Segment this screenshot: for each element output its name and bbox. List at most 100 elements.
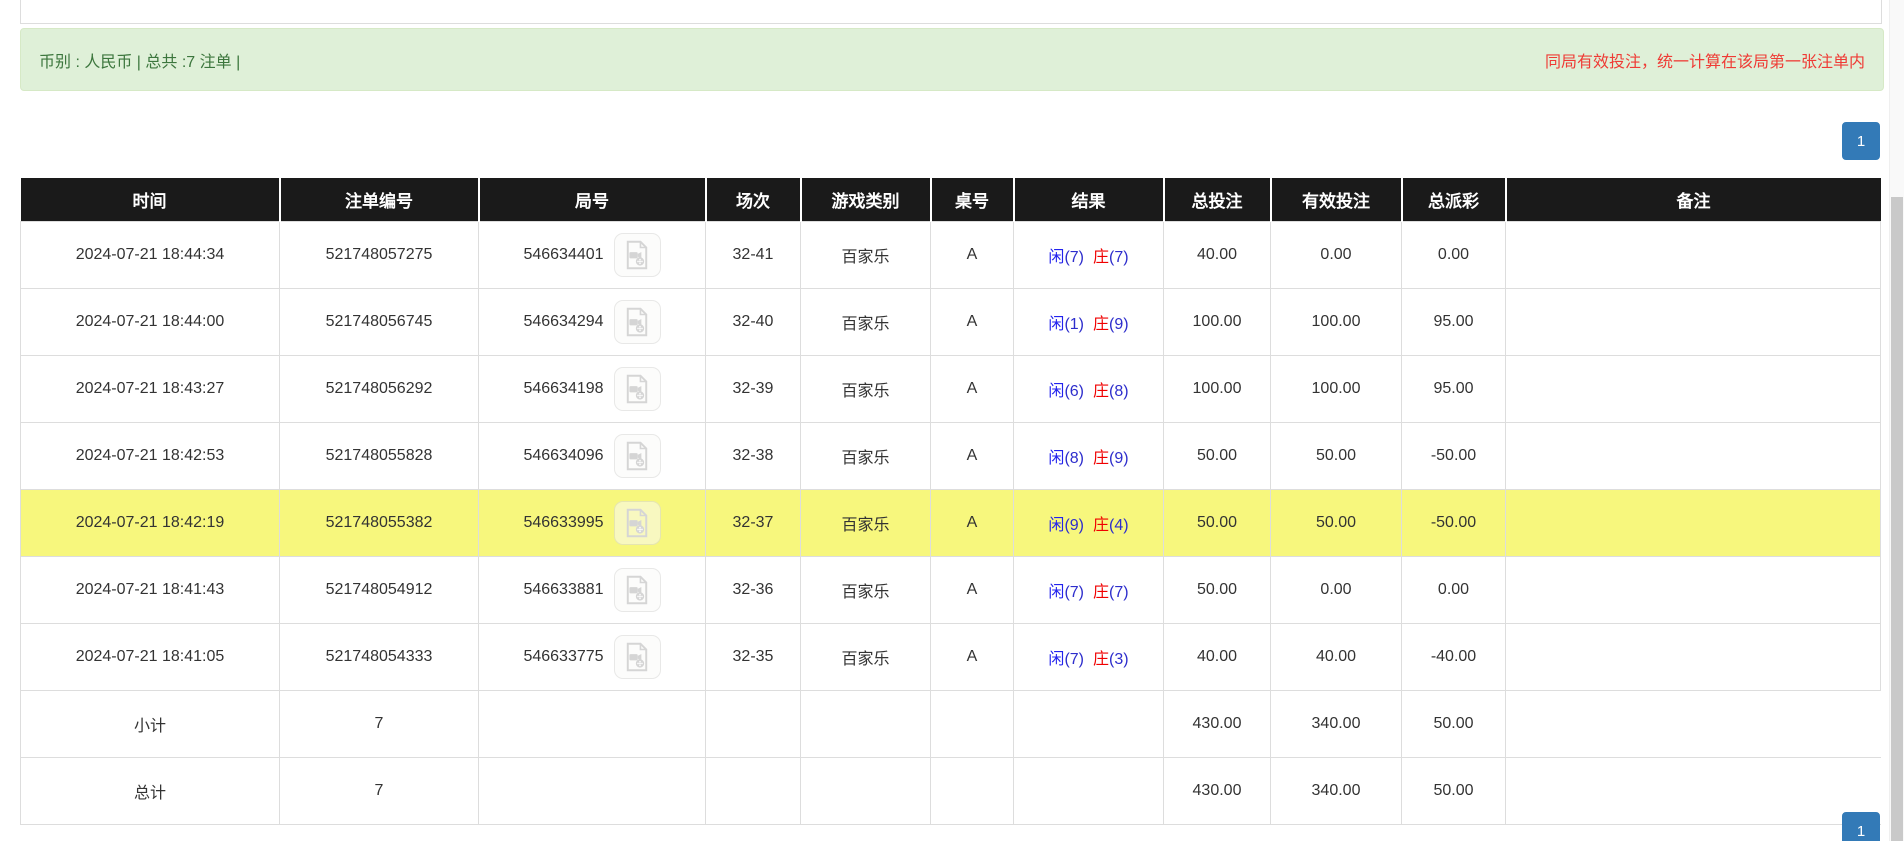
cell-round-id: 546634096: [479, 423, 706, 490]
cell-total-bet: 100.00: [1164, 356, 1271, 423]
cell-time: 2024-07-21 18:41:05: [21, 624, 280, 691]
cell-bet-id: 521748054912: [280, 557, 479, 624]
currency-summary-text: 币别 : 人民币 | 总共 :7 注单 |: [39, 48, 240, 72]
cell-payout: -50.00: [1402, 490, 1506, 557]
cell-remark: [1506, 423, 1881, 490]
cell-table-no: A: [931, 490, 1014, 557]
scrollbar-thumb[interactable]: [1891, 197, 1903, 841]
player-points: (8): [1064, 450, 1084, 467]
cell-table-no: A: [931, 624, 1014, 691]
cell-bet-id: 521748056745: [280, 289, 479, 356]
cell-session: 32-38: [706, 423, 801, 490]
cell-result: 闲(1)庄(9): [1014, 289, 1164, 356]
page-button-1[interactable]: 1: [1842, 122, 1880, 160]
video-replay-button[interactable]: [614, 434, 661, 478]
cell-time: 2024-07-21 18:42:19: [21, 490, 280, 557]
cell-payout: 95.00: [1402, 356, 1506, 423]
cell-total-bet: 100.00: [1164, 289, 1271, 356]
banker-label: 庄: [1093, 450, 1109, 467]
round-id-text: 546634294: [523, 313, 603, 331]
cell-table-no: A: [931, 222, 1014, 289]
video-file-icon: [623, 508, 651, 538]
video-replay-button[interactable]: [614, 233, 661, 277]
player-points: (7): [1064, 651, 1084, 668]
cell-valid-bet: 50.00: [1271, 423, 1402, 490]
vertical-scrollbar[interactable]: [1889, 0, 1904, 841]
cell-table-no: A: [931, 289, 1014, 356]
pagination-bottom: 1: [20, 812, 1880, 841]
column-header: 总派彩: [1402, 178, 1506, 222]
cell-total-bet: 50.00: [1164, 490, 1271, 557]
cell-bet-id: 521748057275: [280, 222, 479, 289]
cell-payout: -50.00: [1402, 423, 1506, 490]
banker-points: (7): [1109, 584, 1129, 601]
cell-remark: [1506, 624, 1881, 691]
video-replay-button[interactable]: [614, 300, 661, 344]
pagination-top: 1: [20, 122, 1880, 160]
cell-valid-bet: 50.00: [1271, 490, 1402, 557]
cell-payout: 0.00: [1402, 557, 1506, 624]
cell-remark: [1506, 490, 1881, 557]
totals-row: 小计 7 430.00 340.00 50.00: [21, 691, 1881, 758]
table-row: 2024-07-21 18:42:19 521748055382 5466339…: [21, 490, 1881, 557]
cell-table-no: A: [931, 356, 1014, 423]
cell-result: 闲(7)庄(7): [1014, 222, 1164, 289]
player-label: 闲: [1048, 249, 1064, 266]
column-header: 结果: [1014, 178, 1164, 222]
round-id-text: 546633995: [523, 514, 603, 532]
cell-round-id: 546633881: [479, 557, 706, 624]
cell-session: 32-37: [706, 490, 801, 557]
cell-round-id: 546633995: [479, 490, 706, 557]
table-body: 2024-07-21 18:44:34 521748057275 5466344…: [21, 222, 1881, 825]
video-replay-button[interactable]: [614, 501, 661, 545]
banker-points: (4): [1109, 517, 1129, 534]
video-file-icon: [623, 642, 651, 672]
cell-game-type: 百家乐: [801, 624, 931, 691]
video-file-icon: [623, 240, 651, 270]
cell-bet-id: 521748054333: [280, 624, 479, 691]
totals-count: 7: [280, 691, 479, 758]
cell-remark: [1506, 557, 1881, 624]
cell-payout: 0.00: [1402, 222, 1506, 289]
banker-points: (3): [1109, 651, 1129, 668]
cell-game-type: 百家乐: [801, 557, 931, 624]
table-row: 2024-07-21 18:41:43 521748054912 5466338…: [21, 557, 1881, 624]
cell-session: 32-41: [706, 222, 801, 289]
cell-time: 2024-07-21 18:42:53: [21, 423, 280, 490]
cell-result: 闲(7)庄(7): [1014, 557, 1164, 624]
cell-time: 2024-07-21 18:44:34: [21, 222, 280, 289]
player-points: (1): [1064, 316, 1084, 333]
totals-payout: 50.00: [1402, 691, 1506, 758]
cell-valid-bet: 100.00: [1271, 356, 1402, 423]
cell-bet-id: 521748055828: [280, 423, 479, 490]
column-header: 桌号: [931, 178, 1014, 222]
page-button-1-bottom[interactable]: 1: [1842, 812, 1880, 841]
cell-bet-id: 521748055382: [280, 490, 479, 557]
cell-round-id: 546634294: [479, 289, 706, 356]
cell-round-id: 546633775: [479, 624, 706, 691]
totals-valid-bet: 340.00: [1271, 691, 1402, 758]
cell-valid-bet: 0.00: [1271, 557, 1402, 624]
table-row: 2024-07-21 18:41:05 521748054333 5466337…: [21, 624, 1881, 691]
cell-game-type: 百家乐: [801, 490, 931, 557]
player-points: (9): [1064, 517, 1084, 534]
cell-time: 2024-07-21 18:43:27: [21, 356, 280, 423]
cell-table-no: A: [931, 557, 1014, 624]
cell-time: 2024-07-21 18:41:43: [21, 557, 280, 624]
round-id-text: 546633881: [523, 581, 603, 599]
cell-round-id: 546634198: [479, 356, 706, 423]
cell-valid-bet: 100.00: [1271, 289, 1402, 356]
header-row: 时间注单编号局号场次游戏类别桌号结果总投注有效投注总派彩备注: [21, 178, 1881, 222]
cell-total-bet: 50.00: [1164, 423, 1271, 490]
column-header: 时间: [21, 178, 280, 222]
video-replay-button[interactable]: [614, 568, 661, 612]
player-label: 闲: [1048, 517, 1064, 534]
video-replay-button[interactable]: [614, 367, 661, 411]
video-replay-button[interactable]: [614, 635, 661, 679]
cell-remark: [1506, 222, 1881, 289]
cell-session: 32-40: [706, 289, 801, 356]
bet-records-table: 时间注单编号局号场次游戏类别桌号结果总投注有效投注总派彩备注 2024-07-2…: [20, 178, 1881, 825]
cell-game-type: 百家乐: [801, 289, 931, 356]
player-points: (6): [1064, 383, 1084, 400]
cell-total-bet: 50.00: [1164, 557, 1271, 624]
